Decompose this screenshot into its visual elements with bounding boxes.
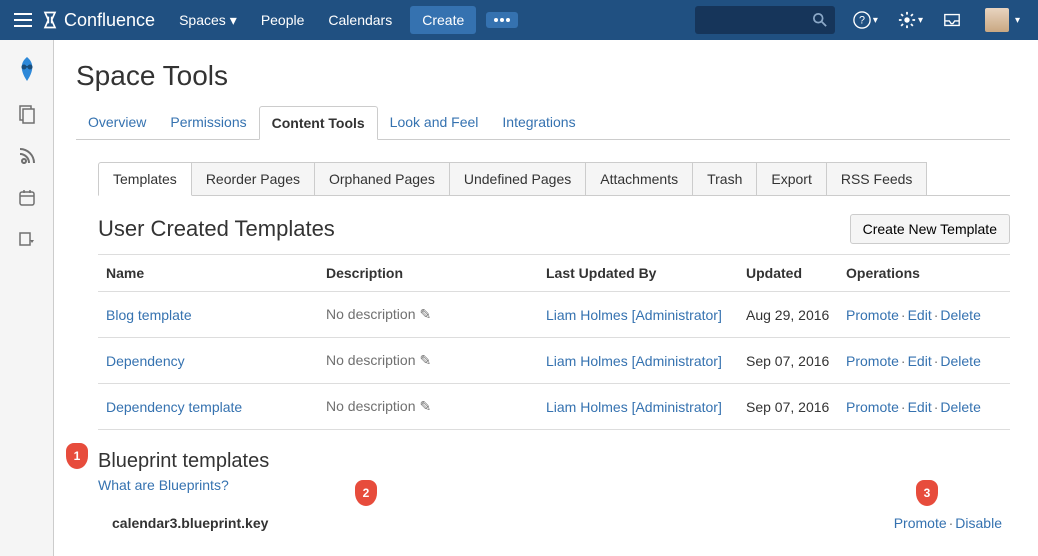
edit-description-icon[interactable]: ✎ — [420, 352, 432, 368]
settings-icon[interactable]: ▾ — [888, 0, 933, 40]
blueprint-name: calendar3.blueprint.key — [112, 515, 268, 531]
menu-icon[interactable] — [8, 13, 28, 27]
delete-link[interactable]: Delete — [940, 399, 980, 415]
caret-down-icon: ▾ — [918, 15, 923, 26]
sidebar — [0, 40, 54, 556]
description-text: No description — [326, 306, 416, 322]
updated-by-link[interactable]: Liam Holmes [Administrator] — [546, 353, 722, 369]
avatar — [985, 8, 1009, 32]
tab-trash[interactable]: Trash — [692, 162, 757, 195]
annotation-marker: 3 — [916, 480, 938, 506]
product-logo[interactable]: Confluence — [28, 10, 167, 31]
caret-down-icon: ▾ — [873, 15, 878, 26]
pages-icon[interactable] — [15, 102, 39, 126]
nav-calendars[interactable]: Calendars — [316, 0, 404, 40]
annotation-marker: 1 — [66, 443, 88, 469]
promote-link[interactable]: Promote — [894, 515, 947, 531]
tab-attachments[interactable]: Attachments — [585, 162, 693, 195]
search-input[interactable] — [695, 6, 835, 34]
svg-text:?: ? — [859, 15, 865, 27]
tab-permissions[interactable]: Permissions — [158, 106, 258, 139]
product-name: Confluence — [64, 10, 155, 31]
caret-down-icon: ▾ — [1015, 15, 1020, 26]
tab-overview[interactable]: Overview — [76, 106, 158, 139]
main-content: Space Tools Overview Permissions Content… — [54, 40, 1038, 556]
blueprint-row: calendar3.blueprint.key Promote·Disable — [98, 505, 1010, 541]
col-operations: Operations — [838, 255, 1010, 292]
templates-table: Name Description Last Updated By Updated… — [98, 254, 1010, 430]
tab-orphaned-pages[interactable]: Orphaned Pages — [314, 162, 450, 195]
annotation-marker: 2 — [355, 480, 377, 506]
template-name-link[interactable]: Dependency template — [106, 399, 242, 415]
tab-content-tools[interactable]: Content Tools — [259, 106, 378, 140]
nav-spaces[interactable]: Spaces ▾ — [167, 0, 249, 40]
tab-integrations[interactable]: Integrations — [490, 106, 587, 139]
search-icon — [813, 13, 827, 27]
edit-description-icon[interactable]: ✎ — [420, 306, 432, 322]
promote-link[interactable]: Promote — [846, 399, 899, 415]
edit-link[interactable]: Edit — [908, 307, 932, 323]
create-button[interactable]: Create — [410, 6, 476, 34]
inbox-icon[interactable] — [933, 0, 971, 40]
col-updated-by: Last Updated By — [538, 255, 738, 292]
updated-date: Sep 07, 2016 — [738, 338, 838, 384]
tab-rss-feeds[interactable]: RSS Feeds — [826, 162, 928, 195]
description-text: No description — [326, 398, 416, 414]
col-name: Name — [98, 255, 318, 292]
topbar: Confluence Spaces ▾ People Calendars Cre… — [0, 0, 1038, 40]
delete-link[interactable]: Delete — [940, 353, 980, 369]
user-menu[interactable]: ▾ — [971, 0, 1030, 40]
space-tools-icon[interactable] — [15, 228, 39, 252]
blueprints-help-link[interactable]: What are Blueprints? — [98, 477, 229, 493]
edit-link[interactable]: Edit — [908, 353, 932, 369]
col-updated: Updated — [738, 255, 838, 292]
tab-export[interactable]: Export — [756, 162, 826, 195]
help-icon[interactable]: ? ▾ — [843, 0, 888, 40]
updated-date: Sep 07, 2016 — [738, 384, 838, 430]
primary-tabs: Overview Permissions Content Tools Look … — [76, 106, 1010, 140]
template-name-link[interactable]: Blog template — [106, 307, 192, 323]
updated-date: Aug 29, 2016 — [738, 292, 838, 338]
updated-by-link[interactable]: Liam Holmes [Administrator] — [546, 399, 722, 415]
feed-icon[interactable] — [15, 144, 39, 168]
table-row: Dependency No description✎ Liam Holmes [… — [98, 338, 1010, 384]
tab-reorder-pages[interactable]: Reorder Pages — [191, 162, 315, 195]
space-logo[interactable] — [12, 54, 42, 84]
secondary-tabs: Templates Reorder Pages Orphaned Pages U… — [98, 162, 1010, 196]
edit-description-icon[interactable]: ✎ — [420, 398, 432, 414]
nav-people[interactable]: People — [249, 0, 317, 40]
create-template-button[interactable]: Create New Template — [850, 214, 1010, 244]
promote-link[interactable]: Promote — [846, 307, 899, 323]
delete-link[interactable]: Delete — [940, 307, 980, 323]
updated-by-link[interactable]: Liam Holmes [Administrator] — [546, 307, 722, 323]
description-text: No description — [326, 352, 416, 368]
template-name-link[interactable]: Dependency — [106, 353, 185, 369]
calendar-icon[interactable] — [15, 186, 39, 210]
caret-down-icon: ▾ — [230, 12, 237, 29]
table-row: Blog template No description✎ Liam Holme… — [98, 292, 1010, 338]
more-button[interactable] — [486, 12, 518, 28]
promote-link[interactable]: Promote — [846, 353, 899, 369]
disable-link[interactable]: Disable — [955, 515, 1002, 531]
page-title: Space Tools — [76, 60, 1010, 92]
user-templates-title: User Created Templates — [98, 216, 335, 242]
table-row: Dependency template No description✎ Liam… — [98, 384, 1010, 430]
tab-look-and-feel[interactable]: Look and Feel — [378, 106, 491, 139]
col-description: Description — [318, 255, 538, 292]
blueprints-title: Blueprint templates — [98, 450, 1010, 473]
tab-undefined-pages[interactable]: Undefined Pages — [449, 162, 586, 195]
tab-templates[interactable]: Templates — [98, 162, 192, 196]
edit-link[interactable]: Edit — [908, 399, 932, 415]
